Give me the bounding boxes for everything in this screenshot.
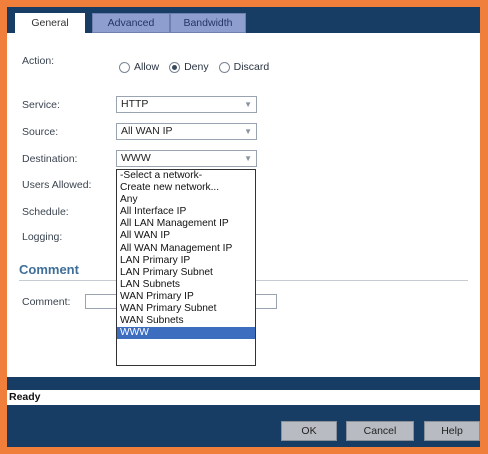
help-button[interactable]: Help bbox=[424, 421, 480, 441]
cancel-button[interactable]: Cancel bbox=[346, 421, 414, 441]
users-allowed-label: Users Allowed: bbox=[22, 179, 92, 191]
radio-allow-label: Allow bbox=[134, 61, 160, 73]
comment-section-title: Comment bbox=[19, 262, 79, 277]
action-radio-group: Allow Deny Discard bbox=[119, 61, 273, 73]
action-discard-option[interactable]: Discard bbox=[218, 61, 270, 73]
chevron-down-icon: ▼ bbox=[244, 127, 252, 136]
schedule-label: Schedule: bbox=[22, 206, 69, 218]
dropdown-option[interactable]: LAN Primary Subnet bbox=[117, 267, 255, 279]
radio-discard-label: Discard bbox=[233, 61, 270, 73]
dropdown-option[interactable]: All WAN IP bbox=[117, 230, 255, 242]
action-deny-option[interactable]: Deny bbox=[169, 61, 209, 73]
source-select[interactable]: All WAN IP ▼ bbox=[116, 123, 257, 140]
dropdown-option-selected[interactable]: WWW bbox=[117, 327, 255, 340]
chevron-down-icon: ▼ bbox=[244, 100, 252, 109]
dropdown-option[interactable]: Any bbox=[117, 194, 255, 206]
dropdown-option[interactable]: -Select a network- bbox=[117, 170, 255, 182]
destination-value: WWW bbox=[121, 152, 151, 164]
dropdown-option[interactable]: All WAN Management IP bbox=[117, 243, 255, 255]
dropdown-option[interactable]: LAN Subnets bbox=[117, 279, 255, 291]
radio-deny-label: Deny bbox=[184, 61, 209, 73]
action-label: Action: bbox=[22, 55, 55, 67]
radio-deny[interactable] bbox=[169, 61, 181, 73]
source-value: All WAN IP bbox=[121, 125, 173, 137]
rule-dialog: General Advanced Bandwidth Action: Allow… bbox=[7, 7, 480, 447]
dropdown-option[interactable]: All Interface IP bbox=[117, 206, 255, 218]
dropdown-option[interactable]: WAN Subnets bbox=[117, 315, 255, 327]
chevron-down-icon: ▼ bbox=[244, 154, 252, 163]
tab-bar: General Advanced Bandwidth bbox=[7, 7, 480, 33]
dropdown-option[interactable]: WAN Primary IP bbox=[117, 291, 255, 303]
dropdown-option[interactable]: All LAN Management IP bbox=[117, 218, 255, 230]
content-bottom-band bbox=[7, 377, 480, 390]
radio-allow[interactable] bbox=[119, 61, 130, 73]
tab-general[interactable]: General bbox=[15, 13, 85, 33]
action-allow-option[interactable]: Allow bbox=[119, 61, 159, 73]
radio-discard[interactable] bbox=[218, 61, 230, 73]
destination-select[interactable]: WWW ▼ bbox=[116, 150, 257, 167]
dropdown-option[interactable]: Create new network... bbox=[117, 182, 255, 194]
dropdown-option[interactable]: WAN Primary Subnet bbox=[117, 303, 255, 315]
ok-button[interactable]: OK bbox=[281, 421, 337, 441]
source-label: Source: bbox=[22, 126, 59, 138]
service-label: Service: bbox=[22, 99, 60, 111]
logging-label: Logging: bbox=[22, 231, 63, 243]
status-bar: Ready bbox=[7, 390, 480, 405]
dropdown-option[interactable]: LAN Primary IP bbox=[117, 255, 255, 267]
destination-dropdown-list: -Select a network- Create new network...… bbox=[116, 169, 256, 366]
tab-advanced[interactable]: Advanced bbox=[92, 13, 170, 33]
tab-bandwidth[interactable]: Bandwidth bbox=[170, 13, 246, 33]
destination-label: Destination: bbox=[22, 153, 78, 165]
service-select[interactable]: HTTP ▼ bbox=[116, 96, 257, 113]
service-value: HTTP bbox=[121, 98, 149, 110]
comment-label: Comment: bbox=[22, 296, 71, 308]
